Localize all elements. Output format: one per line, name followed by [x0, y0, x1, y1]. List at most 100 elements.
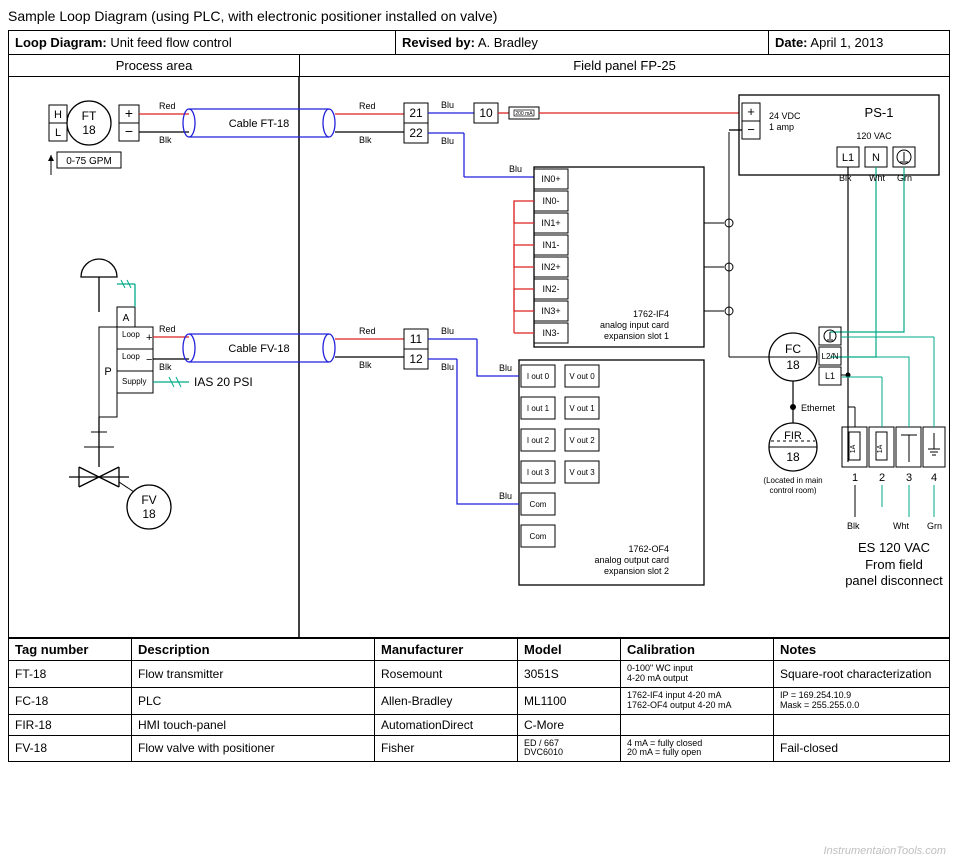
svg-text:3: 3 — [906, 472, 912, 484]
svg-text:11: 11 — [410, 332, 423, 346]
svg-text:IN0-: IN0- — [542, 196, 559, 206]
svg-text:Blu: Blu — [499, 363, 512, 373]
svg-text:2: 2 — [879, 472, 885, 484]
table-row: FT-18Flow transmitterRosemount3051S0-100… — [9, 661, 949, 688]
svg-text:Blu: Blu — [499, 491, 512, 501]
svg-text:Red: Red — [359, 326, 376, 336]
svg-text:Blk: Blk — [847, 521, 860, 531]
svg-text:12: 12 — [409, 352, 423, 366]
svg-text:IN1+: IN1+ — [541, 218, 560, 228]
svg-text:1762-IF4: 1762-IF4 — [633, 309, 669, 319]
svg-text:Cable FV-18: Cable FV-18 — [228, 343, 289, 355]
diagram-area: H L FT 18 0-75 GPM + − Red Blk — [9, 77, 949, 638]
svg-text:V out 2: V out 2 — [569, 436, 595, 445]
svg-text:IN2+: IN2+ — [541, 262, 560, 272]
svg-text:PS-1: PS-1 — [865, 105, 894, 120]
svg-text:L1: L1 — [842, 152, 854, 164]
svg-text:I out 3: I out 3 — [527, 468, 550, 477]
header-loop: Loop Diagram: Unit feed flow control — [9, 31, 396, 54]
svg-text:panel disconnect: panel disconnect — [845, 573, 943, 588]
svg-text:IN2-: IN2- — [542, 284, 559, 294]
svg-text:analog output card: analog output card — [594, 555, 669, 565]
svg-text:200 mA: 200 mA — [515, 111, 533, 117]
svg-text:Ethernet: Ethernet — [801, 403, 836, 413]
svg-text:V out 0: V out 0 — [569, 372, 595, 381]
svg-text:Com: Com — [530, 500, 547, 509]
table-row: FIR-18HMI touch-panelAutomationDirectC-M… — [9, 714, 949, 735]
loop-diagram-frame: Loop Diagram: Unit feed flow control Rev… — [8, 30, 950, 762]
svg-text:1A: 1A — [877, 444, 884, 453]
th-mfr: Manufacturer — [375, 639, 518, 661]
svg-text:+: + — [747, 104, 755, 119]
svg-text:21: 21 — [409, 106, 423, 120]
svg-text:V out 3: V out 3 — [569, 468, 595, 477]
page-title: Sample Loop Diagram (using PLC, with ele… — [8, 8, 952, 24]
svg-text:IN1-: IN1- — [542, 240, 559, 250]
svg-text:Blu: Blu — [441, 362, 454, 372]
svg-text:IAS 20 PSI: IAS 20 PSI — [194, 375, 253, 389]
header-date: Date: April 1, 2013 — [769, 31, 949, 54]
svg-text:Blk: Blk — [839, 173, 852, 183]
svg-text:V out 1: V out 1 — [569, 404, 595, 413]
svg-text:Wht: Wht — [869, 173, 886, 183]
svg-text:Blu: Blu — [441, 100, 454, 110]
svg-text:I out 1: I out 1 — [527, 404, 550, 413]
th-notes: Notes — [774, 639, 950, 661]
zone-process: Process area — [9, 55, 300, 76]
svg-text:24 VDC: 24 VDC — [769, 111, 801, 121]
svg-text:expansion slot 2: expansion slot 2 — [604, 566, 669, 576]
th-model: Model — [518, 639, 621, 661]
svg-text:1762-OF4: 1762-OF4 — [628, 544, 669, 554]
svg-text:From field: From field — [865, 557, 923, 572]
svg-text:Loop: Loop — [122, 352, 140, 361]
svg-text:L: L — [55, 127, 61, 139]
svg-text:FC: FC — [785, 342, 801, 356]
table-row: FC-18PLCAllen-BradleyML11001762-IF4 inpu… — [9, 687, 949, 714]
th-cal: Calibration — [621, 639, 774, 661]
svg-text:Loop: Loop — [122, 330, 140, 339]
header-revised: Revised by: A. Bradley — [396, 31, 769, 54]
instrument-table: Tag number Description Manufacturer Mode… — [9, 638, 949, 761]
svg-text:0-75 GPM: 0-75 GPM — [66, 156, 112, 167]
svg-text:+: + — [146, 332, 152, 344]
svg-text:Blk: Blk — [359, 135, 372, 145]
svg-text:Cable FT-18: Cable FT-18 — [229, 118, 290, 130]
svg-text:18: 18 — [82, 123, 96, 137]
svg-text:−: − — [146, 354, 152, 366]
svg-text:10: 10 — [479, 106, 493, 120]
svg-text:ES 120 VAC: ES 120 VAC — [858, 540, 930, 555]
svg-text:IN0+: IN0+ — [541, 174, 560, 184]
svg-text:analog input card: analog input card — [600, 320, 669, 330]
svg-text:L2/N: L2/N — [822, 352, 839, 361]
watermark: InstrumentaionTools.com — [824, 845, 947, 857]
svg-text:Red: Red — [159, 324, 176, 334]
svg-text:Red: Red — [359, 101, 376, 111]
svg-text:18: 18 — [142, 507, 156, 521]
th-tag: Tag number — [9, 639, 132, 661]
svg-text:Grn: Grn — [927, 521, 942, 531]
svg-text:FT: FT — [82, 109, 97, 123]
th-desc: Description — [132, 639, 375, 661]
svg-text:+: + — [125, 105, 133, 121]
svg-text:I out 0: I out 0 — [527, 372, 550, 381]
svg-text:4: 4 — [931, 472, 937, 484]
svg-text:1A: 1A — [850, 444, 857, 453]
svg-text:Blu: Blu — [441, 136, 454, 146]
svg-text:−: − — [125, 123, 133, 139]
svg-text:Blu: Blu — [509, 164, 522, 174]
svg-text:A: A — [123, 313, 130, 324]
svg-text:I out 2: I out 2 — [527, 436, 550, 445]
svg-text:(Located in main: (Located in main — [763, 476, 822, 485]
header-row: Loop Diagram: Unit feed flow control Rev… — [9, 31, 949, 55]
svg-text:N: N — [872, 152, 880, 164]
svg-text:P: P — [104, 366, 111, 378]
svg-text:1: 1 — [852, 472, 858, 484]
svg-text:FIR: FIR — [784, 430, 802, 442]
svg-text:expansion slot 1: expansion slot 1 — [604, 331, 669, 341]
svg-text:Com: Com — [530, 532, 547, 541]
svg-text:IN3-: IN3- — [542, 328, 559, 338]
table-row: FV-18Flow valve with positionerFisherED … — [9, 735, 949, 761]
zone-panel: Field panel FP-25 — [300, 55, 949, 76]
svg-text:22: 22 — [409, 126, 423, 140]
svg-text:Blk: Blk — [359, 360, 372, 370]
